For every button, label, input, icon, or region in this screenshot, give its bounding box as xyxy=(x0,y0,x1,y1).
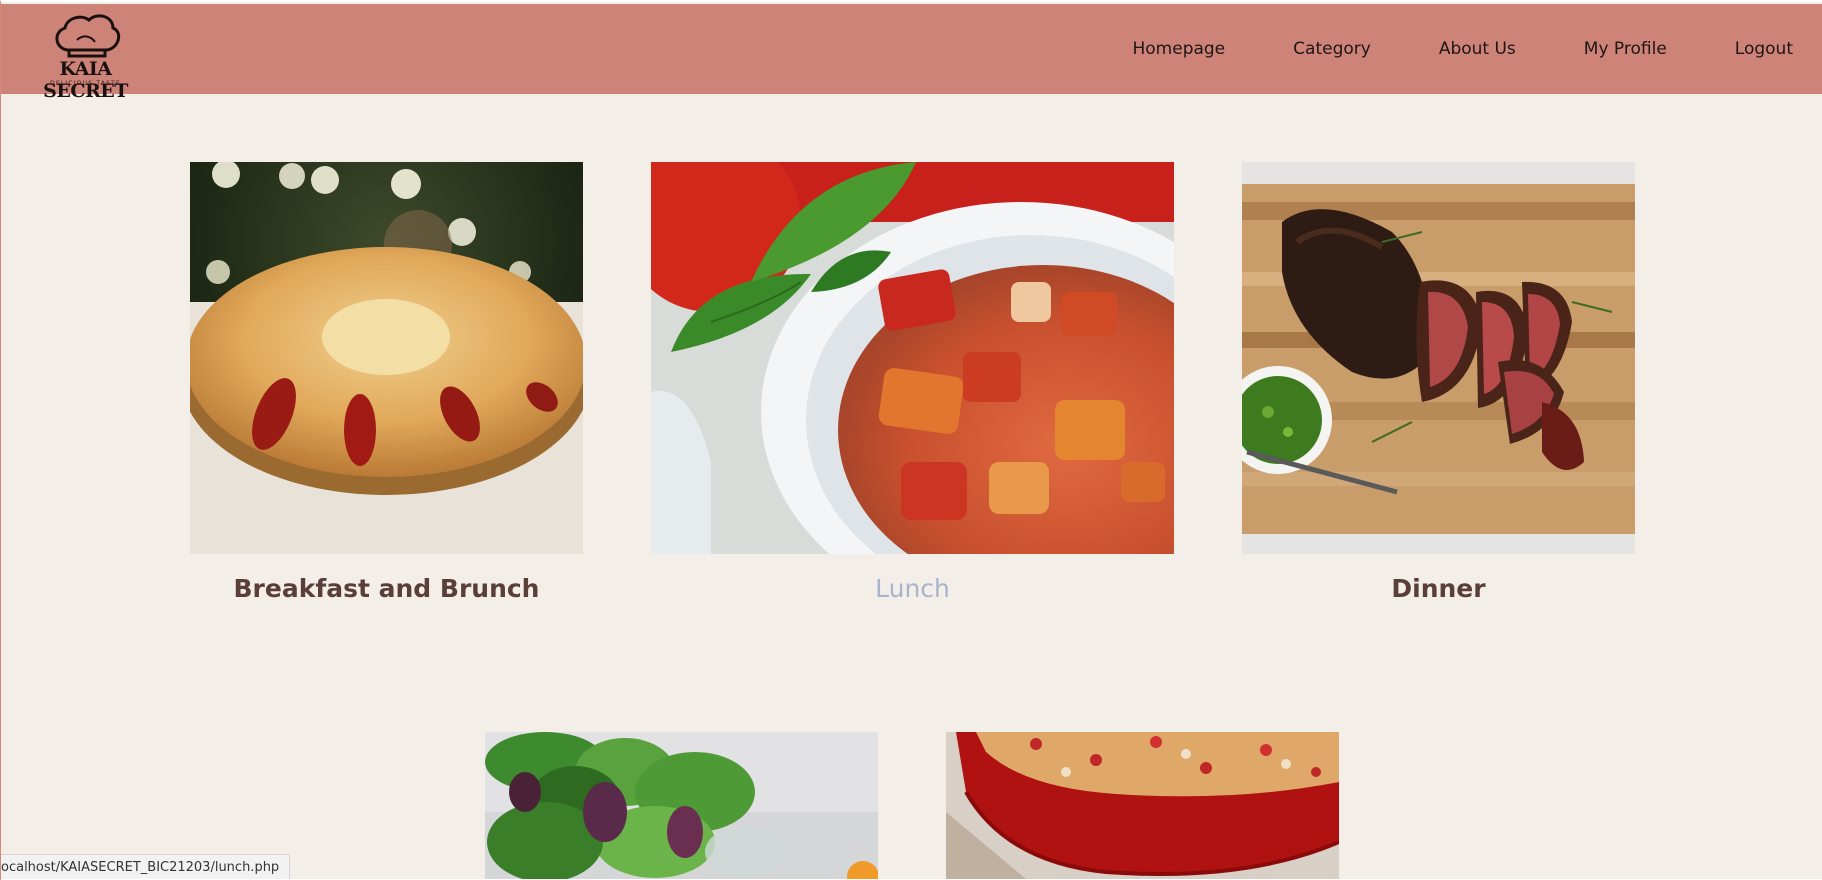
category-title-lunch[interactable]: Lunch xyxy=(651,574,1174,603)
navbar: KAIA SECRET DELICIOUS TASTE Homepage Cat… xyxy=(1,4,1822,102)
category-title-dinner[interactable]: Dinner xyxy=(1242,574,1635,603)
category-title-breakfast[interactable]: Breakfast and Brunch xyxy=(190,574,583,603)
page: KAIA SECRET DELICIOUS TASTE Homepage Cat… xyxy=(0,0,1822,880)
nav-links: Homepage Category About Us My Profile Lo… xyxy=(1132,4,1822,94)
category-card-breakfast[interactable]: Breakfast and Brunch xyxy=(190,162,583,612)
tomato-soup-icon[interactable] xyxy=(651,162,1174,554)
nav-homepage[interactable]: Homepage xyxy=(1132,39,1225,59)
category-card-dessert[interactable] xyxy=(946,732,1339,879)
category-card-lunch[interactable]: Lunch xyxy=(651,162,1174,612)
green-salad-icon[interactable] xyxy=(485,732,878,879)
cherry-pie-icon[interactable] xyxy=(946,732,1339,879)
nav-logout[interactable]: Logout xyxy=(1735,39,1793,59)
nav-category[interactable]: Category xyxy=(1293,39,1371,59)
sliced-steak-icon[interactable] xyxy=(1242,162,1635,554)
category-card-dinner[interactable]: Dinner xyxy=(1242,162,1635,612)
nav-about-us[interactable]: About Us xyxy=(1439,39,1516,59)
pie-bread-icon[interactable] xyxy=(190,162,583,554)
browser-status-url: ocalhost/KAIASECRET_BIC21203/lunch.php xyxy=(1,854,291,880)
logo-tagline: DELICIOUS TASTE xyxy=(50,80,121,87)
chef-hat-icon xyxy=(55,14,121,58)
category-card-salad[interactable] xyxy=(485,732,878,879)
logo[interactable]: KAIA SECRET DELICIOUS TASTE xyxy=(33,10,138,102)
nav-my-profile[interactable]: My Profile xyxy=(1584,39,1667,59)
